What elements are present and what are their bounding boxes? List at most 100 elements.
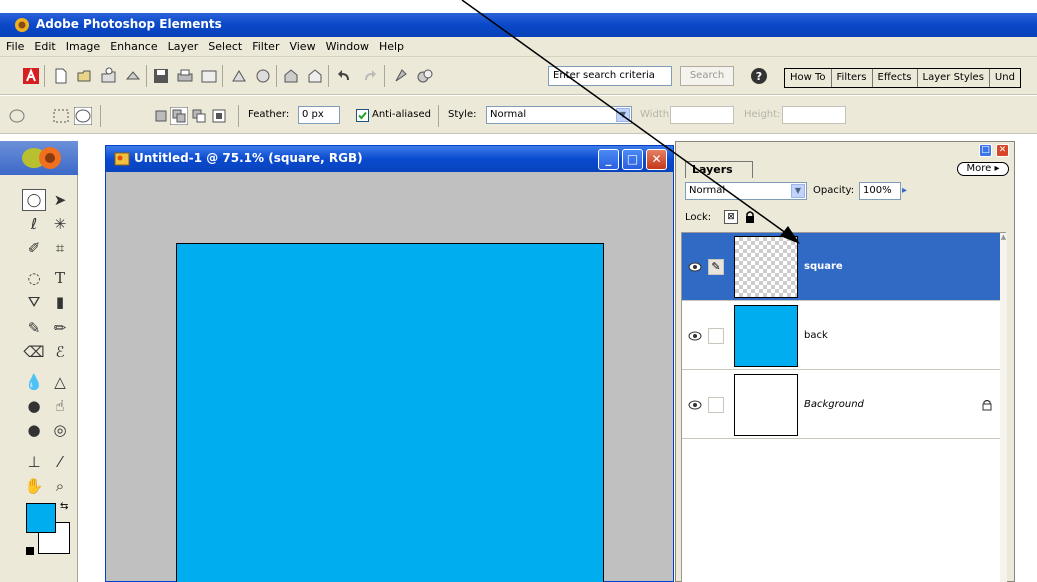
hand-tool-icon[interactable]: ✋ bbox=[22, 475, 46, 497]
tool-preset-ellipse-icon[interactable] bbox=[8, 107, 26, 125]
subtract-from-selection-icon[interactable] bbox=[190, 107, 208, 125]
crop-tool-icon[interactable]: ⌗ bbox=[48, 237, 72, 259]
more-label: More bbox=[966, 163, 992, 174]
elliptical-marquee-tool-icon[interactable]: ◯ bbox=[22, 189, 46, 211]
add-to-selection-icon[interactable] bbox=[170, 107, 188, 125]
undo-icon[interactable] bbox=[336, 67, 354, 85]
sponge-tool-icon[interactable]: ● bbox=[22, 395, 46, 417]
antialiased-checkbox[interactable] bbox=[356, 109, 369, 122]
brush-tool-icon[interactable]: ✎ bbox=[22, 317, 46, 339]
intersect-selection-icon[interactable] bbox=[210, 107, 228, 125]
palette-well-icon[interactable] bbox=[416, 67, 434, 85]
eye-icon[interactable] bbox=[688, 261, 702, 273]
cut-icon[interactable] bbox=[282, 67, 300, 85]
eyedropper-tool-icon[interactable]: ⁄ bbox=[48, 451, 72, 473]
menu-help[interactable]: Help bbox=[379, 40, 404, 53]
palette-minimize-button[interactable]: □ bbox=[979, 144, 992, 157]
zoom-tool-icon[interactable]: ⌕ bbox=[48, 475, 72, 497]
tab-layer-styles[interactable]: Layer Styles bbox=[918, 69, 990, 87]
opacity-slider-arrow-icon[interactable]: ▸ bbox=[902, 182, 916, 200]
scroll-up-icon[interactable]: ▲ bbox=[1000, 233, 1007, 243]
layer-row-square[interactable]: ✎ square bbox=[682, 233, 1000, 301]
layer-row-background[interactable]: Background bbox=[682, 371, 1000, 439]
chevron-down-icon[interactable]: ▼ bbox=[616, 108, 630, 122]
layer-row-back[interactable]: back bbox=[682, 302, 1000, 370]
tab-undo-history[interactable]: Und bbox=[990, 69, 1020, 87]
blend-mode-select[interactable]: Normal ▼ bbox=[685, 182, 807, 200]
eye-icon[interactable] bbox=[688, 330, 702, 342]
more-button[interactable]: More ▸ bbox=[957, 162, 1009, 176]
new-file-icon[interactable] bbox=[52, 67, 70, 85]
chevron-down-icon[interactable]: ▼ bbox=[791, 184, 805, 198]
rectangular-marquee-icon[interactable] bbox=[52, 107, 70, 125]
link-cell[interactable] bbox=[708, 328, 724, 344]
width-input[interactable] bbox=[670, 106, 734, 124]
menu-file[interactable]: File bbox=[6, 40, 24, 53]
height-input[interactable] bbox=[782, 106, 846, 124]
open-folder-icon[interactable] bbox=[76, 67, 94, 85]
minimize-button[interactable]: _ bbox=[598, 149, 619, 170]
eye-icon[interactable] bbox=[688, 399, 702, 411]
import-icon[interactable] bbox=[124, 67, 142, 85]
sharpen-tool-icon[interactable]: △ bbox=[48, 371, 72, 393]
elliptical-marquee-icon[interactable] bbox=[74, 107, 92, 125]
lock-transparency-icon[interactable]: ⊠ bbox=[724, 210, 738, 224]
link-cell[interactable] bbox=[708, 397, 724, 413]
lasso-tool-icon[interactable]: ℓ bbox=[22, 213, 46, 235]
color-variations-icon[interactable] bbox=[392, 67, 410, 85]
lock-all-icon[interactable] bbox=[744, 210, 756, 224]
layer-list-scrollbar[interactable]: ▲ bbox=[1000, 233, 1007, 582]
tab-effects[interactable]: Effects bbox=[873, 69, 918, 87]
opacity-input[interactable]: 100% bbox=[859, 182, 901, 200]
search-button[interactable]: Search bbox=[680, 66, 734, 86]
clone-stamp-tool-icon[interactable]: ⊥ bbox=[22, 451, 46, 473]
document-title-bar[interactable]: Untitled-1 @ 75.1% (square, RGB) _ □ ✕ bbox=[106, 146, 673, 172]
menu-view[interactable]: View bbox=[289, 40, 315, 53]
menu-filter[interactable]: Filter bbox=[252, 40, 279, 53]
eraser-tool-icon[interactable]: ⌫ bbox=[22, 341, 46, 363]
foreground-color-swatch[interactable] bbox=[26, 503, 56, 533]
smudge-tool-icon[interactable]: ☝ bbox=[48, 395, 72, 417]
default-colors-icon[interactable] bbox=[26, 547, 34, 555]
quick-fix-icon[interactable] bbox=[254, 67, 272, 85]
tab-layers[interactable]: Layers bbox=[685, 161, 753, 178]
style-select[interactable]: Normal ▼ bbox=[486, 106, 632, 124]
menu-layer[interactable]: Layer bbox=[168, 40, 199, 53]
tab-filters[interactable]: Filters bbox=[832, 69, 873, 87]
tab-how-to[interactable]: How To bbox=[785, 69, 832, 87]
menu-window[interactable]: Window bbox=[326, 40, 369, 53]
paint-bucket-tool-icon[interactable]: ⛛ bbox=[22, 291, 46, 313]
menu-select[interactable]: Select bbox=[208, 40, 242, 53]
search-input[interactable]: Enter search criteria bbox=[548, 66, 672, 86]
custom-shape-tool-icon[interactable]: ◌ bbox=[22, 267, 46, 289]
type-tool-icon[interactable]: T bbox=[48, 267, 72, 289]
menu-edit[interactable]: Edit bbox=[34, 40, 55, 53]
pencil-tool-icon[interactable]: ✏ bbox=[48, 317, 72, 339]
maximize-button[interactable]: □ bbox=[622, 149, 643, 170]
save-icon[interactable] bbox=[152, 67, 170, 85]
feather-input[interactable]: 0 px bbox=[298, 106, 340, 124]
step-backward-icon[interactable] bbox=[230, 67, 248, 85]
move-tool-icon[interactable]: ➤ bbox=[48, 189, 72, 211]
palette-close-button[interactable]: ✕ bbox=[996, 144, 1009, 157]
new-selection-icon[interactable] bbox=[152, 107, 170, 125]
swap-colors-icon[interactable]: ⇆ bbox=[60, 501, 68, 512]
redo-icon[interactable] bbox=[360, 67, 378, 85]
dodge-tool-icon[interactable]: ◎ bbox=[48, 419, 72, 441]
copy-icon[interactable] bbox=[306, 67, 324, 85]
image-canvas[interactable] bbox=[176, 243, 604, 582]
magic-wand-tool-icon[interactable]: ✳ bbox=[48, 213, 72, 235]
menu-enhance[interactable]: Enhance bbox=[110, 40, 157, 53]
adobe-logo-icon[interactable] bbox=[22, 67, 40, 85]
red-eye-tool-icon[interactable]: ● bbox=[22, 419, 46, 441]
help-icon[interactable]: ? bbox=[750, 67, 768, 85]
menu-image[interactable]: Image bbox=[66, 40, 100, 53]
impressionist-brush-tool-icon[interactable]: ℰ bbox=[48, 341, 72, 363]
selection-brush-tool-icon[interactable]: ✐ bbox=[22, 237, 46, 259]
attach-email-icon[interactable] bbox=[200, 67, 218, 85]
gradient-tool-icon[interactable]: ▮ bbox=[48, 291, 72, 313]
blur-tool-icon[interactable]: 💧 bbox=[22, 371, 46, 393]
close-button[interactable]: ✕ bbox=[646, 149, 667, 170]
browse-folder-icon[interactable] bbox=[100, 67, 118, 85]
print-icon[interactable] bbox=[176, 67, 194, 85]
